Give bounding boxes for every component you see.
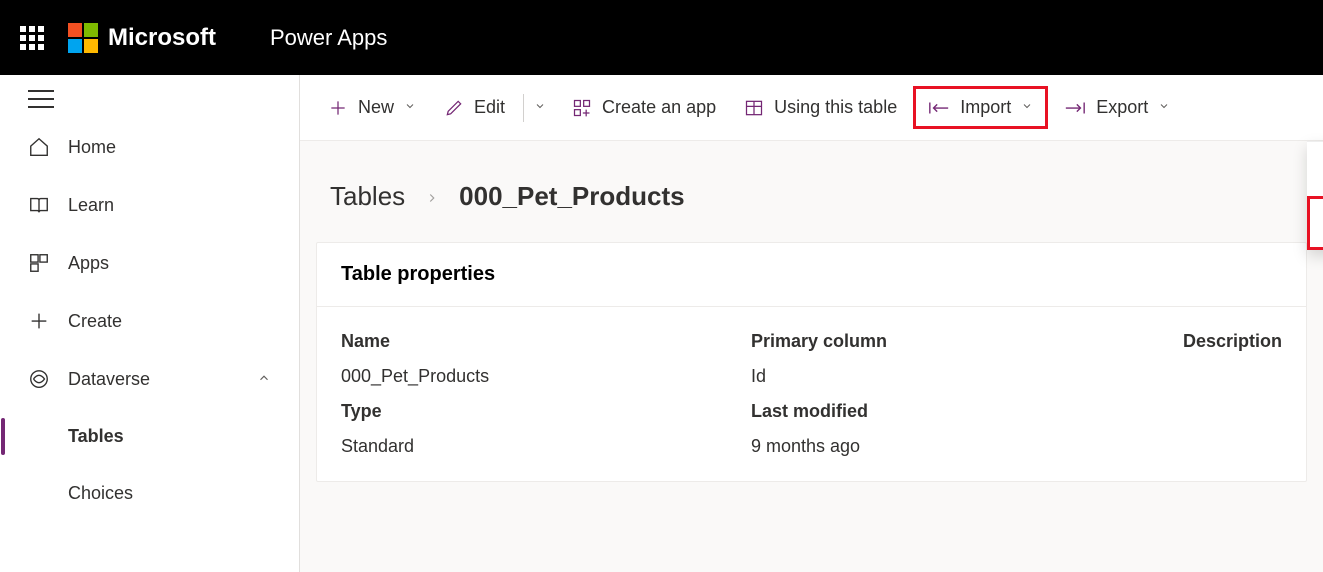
sidebar: Home Learn Apps Create Dataverse	[0, 75, 300, 572]
command-import[interactable]: Import	[913, 86, 1048, 129]
sidebar-item-label: Dataverse	[68, 369, 150, 390]
sidebar-item-label: Apps	[68, 253, 109, 274]
property-value-modified: 9 months ago	[751, 436, 1151, 457]
dropdown-item-import-data[interactable]: Import data	[1307, 142, 1323, 196]
property-label-type: Type	[341, 401, 751, 422]
command-using-table[interactable]: Using this table	[732, 89, 909, 126]
grid-icon	[28, 252, 50, 274]
sidebar-item-choices[interactable]: Choices	[0, 465, 299, 522]
sidebar-item-create[interactable]: Create	[0, 292, 299, 350]
sidebar-item-home[interactable]: Home	[0, 118, 299, 176]
sidebar-item-label: Create	[68, 311, 122, 332]
chevron-down-icon	[1021, 100, 1033, 115]
table-properties-card: Table properties Name Primary column Des…	[316, 242, 1307, 482]
sidebar-item-tables[interactable]: Tables	[0, 408, 299, 465]
command-label: Using this table	[774, 97, 897, 118]
sidebar-item-label: Learn	[68, 195, 114, 216]
property-label-primary: Primary column	[751, 331, 1151, 352]
main-content: New Edit Create a	[300, 75, 1323, 572]
home-icon	[28, 136, 50, 158]
import-dropdown: Import data X Import data from Excel	[1307, 141, 1323, 250]
command-label: Import	[960, 97, 1011, 118]
command-create-app[interactable]: Create an app	[560, 89, 728, 126]
card-header: Table properties	[317, 243, 1306, 307]
microsoft-brand-text: Microsoft	[108, 24, 216, 52]
dataverse-icon	[28, 368, 50, 390]
property-label-name: Name	[341, 331, 751, 352]
property-label-description: Description	[1151, 331, 1282, 352]
app-launcher-icon[interactable]	[20, 26, 44, 50]
sidebar-toggle[interactable]	[0, 75, 299, 118]
breadcrumb: Tables 000_Pet_Products	[300, 141, 1323, 232]
command-export[interactable]: Export	[1052, 89, 1182, 126]
plus-icon	[328, 98, 348, 118]
chevron-up-icon	[257, 369, 271, 390]
sidebar-item-label: Home	[68, 137, 116, 158]
dropdown-item-import-excel[interactable]: X Import data from Excel	[1307, 196, 1323, 250]
app-name: Power Apps	[270, 25, 387, 51]
microsoft-brand[interactable]: Microsoft	[68, 23, 216, 53]
global-header: Microsoft Power Apps	[0, 0, 1323, 75]
command-bar: New Edit Create a	[300, 75, 1323, 141]
sidebar-item-dataverse[interactable]: Dataverse	[0, 350, 299, 408]
command-edit[interactable]: Edit	[432, 89, 517, 126]
table-icon	[744, 98, 764, 118]
import-icon	[928, 98, 950, 118]
property-label-modified: Last modified	[751, 401, 1151, 422]
sidebar-item-label: Choices	[68, 483, 133, 504]
card-body: Name Primary column Description 000_Pet_…	[317, 307, 1306, 481]
grid-plus-icon	[572, 98, 592, 118]
command-label: Export	[1096, 97, 1148, 118]
breadcrumb-current: 000_Pet_Products	[459, 181, 684, 212]
sidebar-item-label: Tables	[68, 426, 124, 447]
property-value-type: Standard	[341, 436, 751, 457]
property-value-name: 000_Pet_Products	[341, 366, 751, 387]
book-icon	[28, 194, 50, 216]
divider	[523, 94, 524, 122]
sidebar-item-learn[interactable]: Learn	[0, 176, 299, 234]
command-new[interactable]: New	[316, 89, 428, 126]
microsoft-logo-icon	[68, 23, 98, 53]
command-label: New	[358, 97, 394, 118]
chevron-right-icon	[425, 181, 439, 212]
hamburger-icon	[28, 90, 54, 108]
command-edit-split[interactable]	[530, 92, 556, 123]
chevron-down-icon	[404, 100, 416, 115]
command-label: Edit	[474, 97, 505, 118]
breadcrumb-root[interactable]: Tables	[330, 181, 405, 212]
export-icon	[1064, 98, 1086, 118]
chevron-down-icon	[534, 100, 546, 115]
sidebar-item-apps[interactable]: Apps	[0, 234, 299, 292]
plus-icon	[28, 310, 50, 332]
chevron-down-icon	[1158, 100, 1170, 115]
property-value-primary: Id	[751, 366, 1151, 387]
pencil-icon	[444, 98, 464, 118]
command-label: Create an app	[602, 97, 716, 118]
